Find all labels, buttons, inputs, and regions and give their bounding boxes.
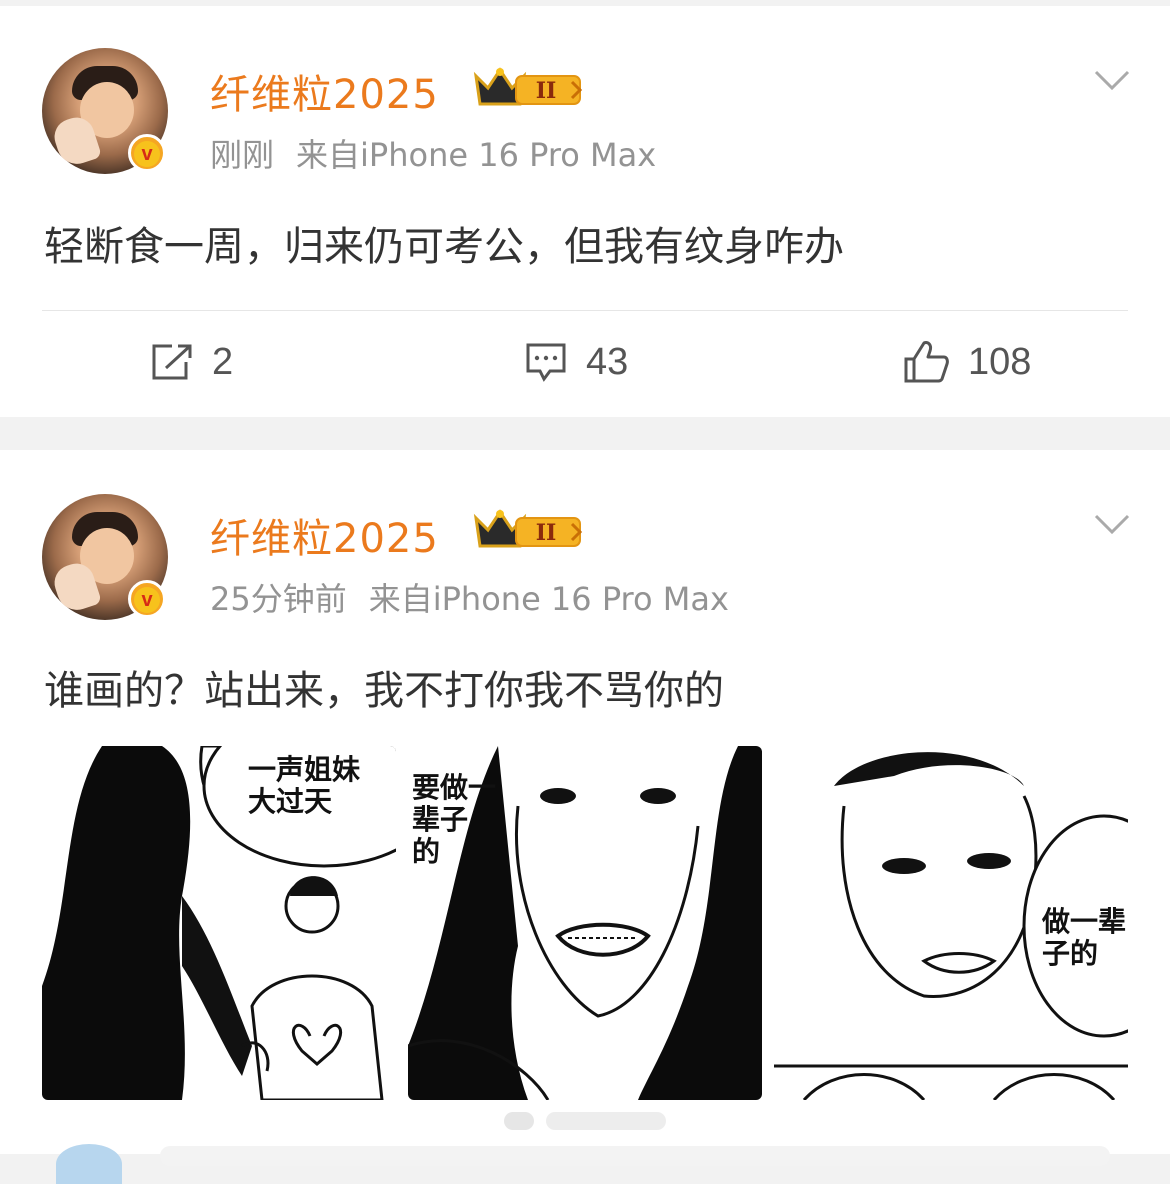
chevron-down-icon[interactable] [1092, 68, 1132, 92]
crown-badge-icon: II [473, 509, 583, 548]
post-source: 来自iPhone 16 Pro Max [296, 136, 657, 174]
avatar[interactable]: v [42, 48, 168, 174]
post-text: 谁画的？站出来，我不打你我不骂你的 [44, 668, 724, 714]
post-time: 刚刚 [210, 136, 275, 174]
comment-button[interactable]: 43 [524, 334, 628, 390]
comment-count: 43 [586, 340, 629, 383]
comic-caption: 一声姐妹 大过天 [248, 753, 361, 818]
post-image[interactable]: 一声姐妹 大过天 [42, 746, 396, 1100]
next-post-placeholder [160, 1146, 1110, 1166]
divider [42, 310, 1128, 311]
post-time: 25分钟前 [210, 580, 347, 618]
next-post-avatar[interactable] [56, 1144, 122, 1184]
post-card[interactable]: v 纤维粒2025 II 刚刚 来自iPhone 16 Pro Max 轻断食一周… [0, 6, 1170, 417]
verified-v-icon: v [128, 580, 166, 618]
post-image[interactable]: 要做一 辈子 的 [408, 746, 762, 1100]
share-square-icon [152, 344, 192, 380]
username[interactable]: 纤维粒2025 [210, 62, 439, 120]
post-text: 轻断食一周，归来仍可考公，但我有纹身咋办 [44, 224, 844, 270]
crown-badge-icon: II [473, 67, 583, 106]
comment-icon [526, 343, 566, 382]
like-count: 108 [968, 340, 1032, 383]
svg-text:II: II [536, 78, 557, 104]
svg-text:II: II [536, 520, 557, 546]
verified-v-icon: v [128, 134, 166, 172]
image-pager-indicator [504, 1112, 666, 1130]
username[interactable]: 纤维粒2025 [210, 506, 439, 564]
like-button[interactable]: 108 [902, 334, 1031, 390]
avatar[interactable]: v [42, 494, 168, 620]
comic-caption: 要做一 辈子 的 [412, 771, 497, 868]
post-meta: 25分钟前 来自iPhone 16 Pro Max [210, 574, 729, 620]
thumbs-up-icon [904, 341, 949, 383]
chevron-down-icon[interactable] [1092, 512, 1132, 536]
comic-caption: 做一辈 子的 [1042, 905, 1127, 970]
post-card[interactable]: v 纤维粒2025 II 25分钟前 来自iPhone 16 Pro Max 谁画… [0, 450, 1170, 1184]
repost-button[interactable]: 2 [150, 334, 233, 390]
post-source: 来自iPhone 16 Pro Max [368, 580, 729, 618]
repost-count: 2 [212, 340, 234, 383]
post-image[interactable]: 做一辈 子的 [774, 746, 1128, 1100]
post-meta: 刚刚 来自iPhone 16 Pro Max [210, 130, 656, 176]
